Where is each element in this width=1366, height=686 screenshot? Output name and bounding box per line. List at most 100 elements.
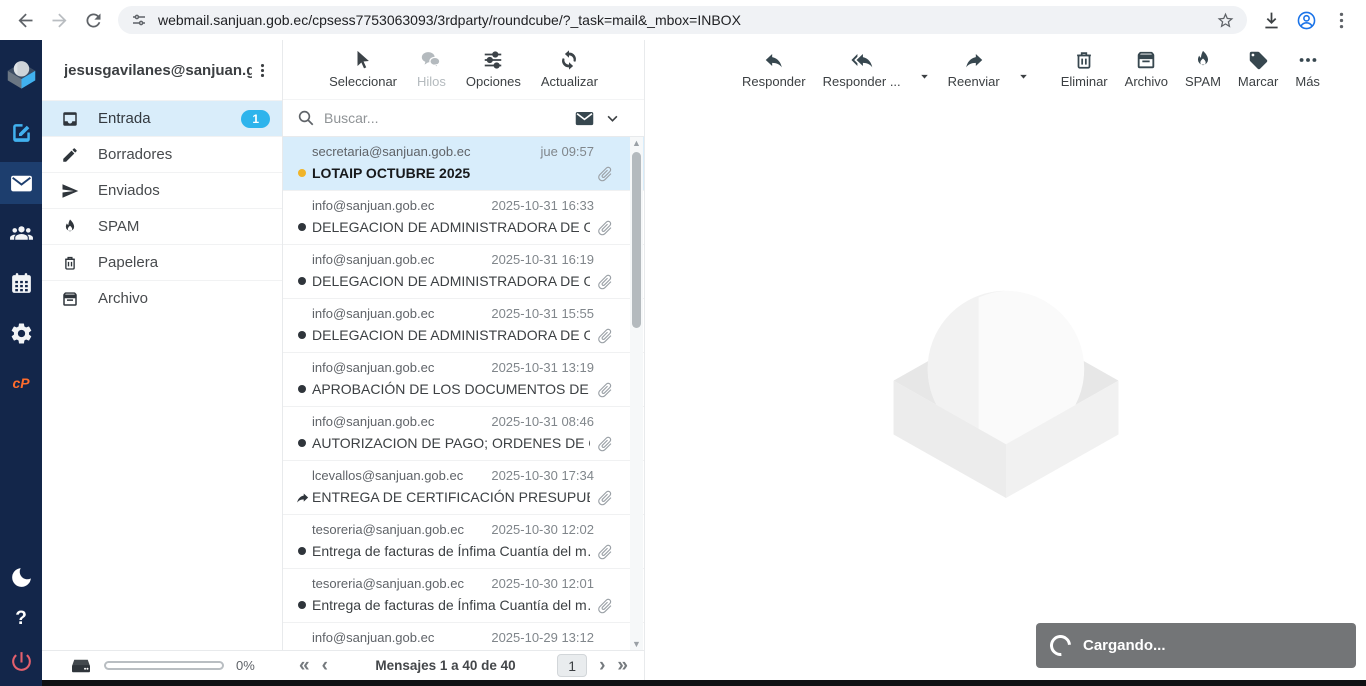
- read-dot-icon[interactable]: [295, 547, 312, 555]
- last-page-button[interactable]: »: [611, 656, 634, 675]
- threads-label: Hilos: [417, 74, 446, 89]
- message-row[interactable]: tesoreria@sanjuan.gob.ec 2025-10-30 12:0…: [283, 515, 644, 569]
- site-settings-icon[interactable]: [130, 11, 148, 29]
- flame-icon: [1192, 49, 1214, 71]
- storage-icon: [70, 657, 92, 675]
- paper-plane-icon: [61, 182, 79, 200]
- page-number-input[interactable]: [557, 654, 587, 677]
- forward-menu-button[interactable]: [1017, 70, 1030, 83]
- message-row[interactable]: info@sanjuan.gob.ec 2025-10-29 13:12: [283, 623, 644, 650]
- read-dot-icon[interactable]: [295, 601, 312, 609]
- message-subject: Entrega de facturas de Ínfima Cuantía de…: [312, 597, 590, 613]
- folder-label: Borradores: [98, 146, 270, 163]
- search-scope-mail-icon[interactable]: [574, 108, 595, 129]
- address-bar[interactable]: webmail.sanjuan.gob.ec/cpsess7753063093/…: [118, 6, 1247, 34]
- roundcube-logo: [0, 48, 42, 98]
- reply-button[interactable]: Responder: [742, 49, 806, 89]
- message-date: 2025-10-30 12:02: [491, 522, 594, 537]
- prev-page-button[interactable]: ‹: [316, 656, 334, 675]
- message-row[interactable]: info@sanjuan.gob.ec 2025-10-31 16:33 DEL…: [283, 191, 644, 245]
- read-dot-icon[interactable]: [295, 331, 312, 339]
- rail-settings-button[interactable]: [0, 312, 42, 354]
- message-sender: info@sanjuan.gob.ec: [312, 198, 483, 213]
- threads-button[interactable]: Hilos: [417, 49, 446, 89]
- forward-arrow-icon: [49, 10, 70, 31]
- folder-trash[interactable]: Papelera: [42, 244, 282, 280]
- archive-label: Archivo: [1125, 74, 1168, 89]
- compose-icon: [9, 121, 34, 146]
- attachment-icon: [596, 381, 614, 399]
- list-scrollbar[interactable]: ▲ ▼: [630, 137, 643, 650]
- rail-mail-button[interactable]: [0, 162, 42, 204]
- message-row[interactable]: info@sanjuan.gob.ec 2025-10-31 16:19 DEL…: [283, 245, 644, 299]
- rail-darkmode-button[interactable]: [0, 556, 42, 598]
- browser-back-button[interactable]: [8, 3, 42, 37]
- read-dot-icon[interactable]: [295, 439, 312, 447]
- folder-inbox[interactable]: Entrada 1: [42, 100, 282, 136]
- message-row[interactable]: lcevallos@sanjuan.gob.ec 2025-10-30 17:3…: [283, 461, 644, 515]
- unread-dot-icon[interactable]: [295, 169, 312, 177]
- reply-all-button[interactable]: Responder ...: [823, 49, 901, 89]
- select-button[interactable]: Seleccionar: [329, 49, 397, 89]
- message-row[interactable]: info@sanjuan.gob.ec 2025-10-31 08:46 AUT…: [283, 407, 644, 461]
- attachment-icon: [596, 327, 614, 345]
- mark-button[interactable]: Marcar: [1238, 49, 1278, 89]
- more-button[interactable]: Más: [1295, 49, 1320, 89]
- browser-reload-button[interactable]: [76, 3, 110, 37]
- message-date: 2025-10-30 12:01: [491, 576, 594, 591]
- message-sender: secretaria@sanjuan.gob.ec: [312, 144, 533, 159]
- archive-box-icon: [61, 290, 79, 308]
- forwarded-icon[interactable]: [295, 490, 312, 505]
- rail-contacts-button[interactable]: [0, 212, 42, 254]
- browser-forward-button[interactable]: [42, 3, 76, 37]
- scrollbar-thumb[interactable]: [632, 152, 641, 328]
- browser-menu-icon[interactable]: [1331, 10, 1352, 31]
- url-text[interactable]: webmail.sanjuan.gob.ec/cpsess7753063093/…: [158, 12, 1206, 28]
- first-page-button[interactable]: «: [293, 656, 316, 675]
- message-sender: info@sanjuan.gob.ec: [312, 630, 483, 645]
- scroll-up-icon[interactable]: ▲: [630, 138, 643, 148]
- delete-button[interactable]: Eliminar: [1061, 49, 1108, 89]
- message-row[interactable]: secretaria@sanjuan.gob.ec jue 09:57 LOTA…: [283, 137, 644, 191]
- rail-compose-button[interactable]: [0, 112, 42, 154]
- rail-calendar-button[interactable]: [0, 262, 42, 304]
- folder-label: Enviados: [98, 182, 270, 199]
- archive-button[interactable]: Archivo: [1125, 49, 1168, 89]
- read-dot-icon[interactable]: [295, 277, 312, 285]
- message-row[interactable]: info@sanjuan.gob.ec 2025-10-31 13:19 APR…: [283, 353, 644, 407]
- message-date: 2025-10-31 16:19: [491, 252, 594, 267]
- account-menu-button[interactable]: [252, 57, 272, 83]
- read-dot-icon[interactable]: [295, 223, 312, 231]
- spam-button[interactable]: SPAM: [1185, 49, 1221, 89]
- folder-sent[interactable]: Enviados: [42, 172, 282, 208]
- back-arrow-icon: [15, 10, 36, 31]
- download-icon[interactable]: [1261, 10, 1282, 31]
- attachment-icon: [596, 219, 614, 237]
- roundcube-watermark: [888, 278, 1124, 498]
- folder-drafts[interactable]: Borradores: [42, 136, 282, 172]
- forward-button[interactable]: Reenviar: [948, 49, 1000, 89]
- options-button[interactable]: Opciones: [466, 49, 521, 89]
- search-input[interactable]: [324, 110, 570, 126]
- scroll-down-icon[interactable]: ▼: [630, 639, 643, 649]
- folder-archive[interactable]: Archivo: [42, 280, 282, 316]
- rail-cpanel-button[interactable]: cP: [0, 362, 42, 404]
- roundcube-cube-icon: [5, 57, 38, 90]
- list-toolbar: Seleccionar Hilos Opciones Actualizar: [283, 40, 644, 100]
- attachment-icon: [596, 165, 614, 183]
- search-options-chevron-icon[interactable]: [605, 111, 620, 126]
- read-dot-icon[interactable]: [295, 385, 312, 393]
- message-row[interactable]: info@sanjuan.gob.ec 2025-10-31 15:55 DEL…: [283, 299, 644, 353]
- refresh-button[interactable]: Actualizar: [541, 49, 598, 89]
- pagination-label: Mensajes 1 a 40 de 40: [334, 658, 557, 673]
- reply-all-menu-button[interactable]: [918, 70, 931, 83]
- folder-spam[interactable]: SPAM: [42, 208, 282, 244]
- rail-help-button[interactable]: ?: [0, 598, 42, 640]
- next-page-button[interactable]: ›: [593, 656, 611, 675]
- profile-icon[interactable]: [1296, 10, 1317, 31]
- message-row[interactable]: tesoreria@sanjuan.gob.ec 2025-10-30 12:0…: [283, 569, 644, 623]
- message-sender: info@sanjuan.gob.ec: [312, 306, 483, 321]
- bookmark-star-icon[interactable]: [1216, 11, 1235, 30]
- message-subject: ENTREGA DE CERTIFICACIÓN PRESUPUEST…: [312, 489, 590, 505]
- rail-logout-button[interactable]: [0, 640, 42, 682]
